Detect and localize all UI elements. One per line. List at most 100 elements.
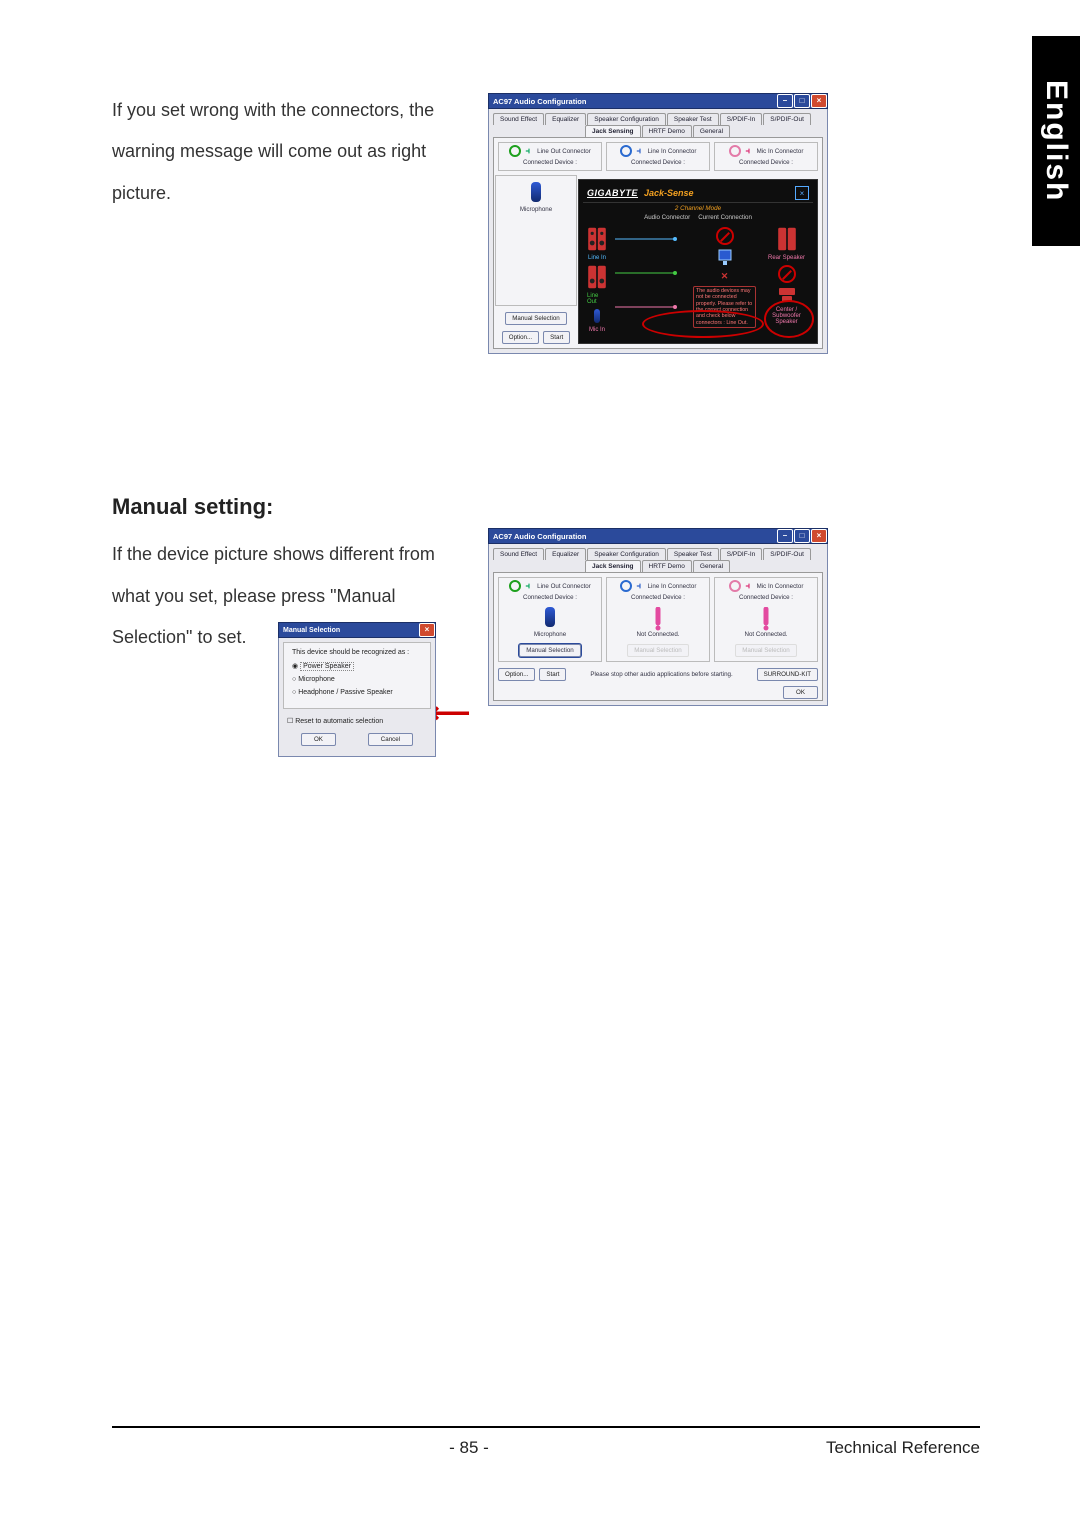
ok-button[interactable]: OK [301, 733, 336, 746]
option-row: Option... Start [502, 331, 570, 344]
window-titlebar: AC97 Audio Configuration – □ × [488, 93, 828, 109]
warning-message: The audio devices may not be connected p… [693, 286, 756, 328]
paragraph-intro: If you set wrong with the connectors, th… [112, 90, 477, 214]
jack-mic-in: Mic In Connector Connected Device : Not … [714, 577, 818, 662]
connected-device-label: Connected Device : [631, 594, 685, 601]
tab-spdif-out[interactable]: S/PDIF-Out [763, 548, 811, 560]
surround-kit-button[interactable]: SURROUND-KIT [757, 668, 818, 681]
jack-line-in: Line In Connector Connected Device : [606, 142, 710, 171]
tab-equalizer[interactable]: Equalizer [545, 113, 586, 125]
plug-icon [525, 582, 533, 590]
tab-general[interactable]: General [693, 560, 730, 572]
mic-icon [594, 309, 600, 323]
jack-sense-panel: GIGABYTE Jack-Sense × 2 Channel Mode Aud… [578, 179, 818, 344]
line-out-tag: Line Out [587, 293, 607, 305]
mic-in-label: Mic In Connector [757, 583, 804, 590]
microphone-icon [545, 607, 555, 627]
monitor-icon [718, 249, 732, 267]
device-label: Microphone [520, 206, 552, 213]
jack-green-icon [509, 145, 521, 157]
prompt-label: This device should be recognized as : [292, 649, 422, 656]
close-button[interactable]: × [811, 529, 827, 543]
radio-headphone[interactable]: ○ Headphone / Passive Speaker [292, 689, 422, 696]
speaker-pair-icon [587, 265, 607, 289]
not-connected-label: Not Connected. [637, 631, 680, 638]
radio-power-speaker[interactable]: ◉ Power Speaker [292, 662, 422, 670]
center-sub-icon [778, 287, 796, 303]
tab-row2: Jack Sensing HRTF Demo General [493, 560, 823, 572]
manual-selection-button[interactable]: Manual Selection [505, 312, 566, 325]
exclamation-icon [758, 607, 774, 631]
tab-general[interactable]: General [693, 125, 730, 137]
screenshot-manual: AC97 Audio Configuration – □ × Sound Eff… [488, 528, 828, 706]
manual-selection-dialog: Manual Selection × This device should be… [278, 622, 436, 757]
dialog-title: Manual Selection [283, 627, 340, 634]
language-tab: English [1032, 36, 1080, 246]
speaker-pair-icon [587, 227, 607, 251]
csub-label: Center / Subwoofer Speaker [764, 307, 809, 325]
opt-power-speaker: Power Speaker [300, 662, 354, 671]
heading-manual-setting: Manual setting: [112, 494, 980, 520]
plug-icon [636, 582, 644, 590]
option-button[interactable]: Option... [498, 668, 535, 681]
connection-lines [615, 227, 685, 317]
tab-sound-effect[interactable]: Sound Effect [493, 113, 544, 125]
tab-row2: Jack Sensing HRTF Demo General [493, 125, 823, 137]
tab-jack-sensing[interactable]: Jack Sensing [585, 560, 641, 572]
reset-checkbox[interactable]: ☐ Reset to automatic selection [287, 717, 427, 725]
start-button[interactable]: Start [543, 331, 570, 344]
dialog-titlebar: Manual Selection × [278, 622, 436, 638]
option-button[interactable]: Option... [502, 331, 539, 344]
page-footer: - 85 - Technical Reference [112, 1426, 980, 1458]
tab-spdif-out[interactable]: S/PDIF-Out [763, 113, 811, 125]
tab-panel: Line Out Connector Connected Device : Li… [493, 137, 823, 349]
close-button[interactable]: × [419, 623, 435, 637]
page-number: - 85 - [449, 1438, 489, 1458]
opt-microphone: Microphone [298, 676, 335, 683]
plug-icon [745, 582, 753, 590]
language-label: English [1039, 80, 1073, 202]
line-in-tag: Line In [588, 255, 606, 261]
start-button[interactable]: Start [539, 668, 566, 681]
tab-hrtf[interactable]: HRTF Demo [642, 560, 692, 572]
close-icon[interactable]: × [795, 186, 809, 200]
cancel-button[interactable]: Cancel [368, 733, 413, 746]
audio-conn-label: Audio Connector [644, 214, 690, 221]
jack-line-out: Line Out Connector Connected Device : Mi… [498, 577, 602, 662]
mode-label: 2 Channel Mode [675, 205, 721, 212]
cur-conn-label: Current Connection [698, 214, 752, 221]
tab-hrtf[interactable]: HRTF Demo [642, 125, 692, 137]
tab-speaker-config[interactable]: Speaker Configuration [587, 548, 666, 560]
lower-row: Microphone Manual Selection Option... St… [498, 175, 818, 344]
tab-spdif-in[interactable]: S/PDIF-In [720, 113, 763, 125]
minimize-button[interactable]: – [777, 94, 793, 108]
maximize-button[interactable]: □ [794, 529, 810, 543]
tab-panel: Line Out Connector Connected Device : Mi… [493, 572, 823, 701]
window-titlebar: AC97 Audio Configuration – □ × [488, 528, 828, 544]
section-label: Technical Reference [826, 1438, 980, 1458]
radio-microphone[interactable]: ○ Microphone [292, 676, 422, 683]
close-button[interactable]: × [811, 94, 827, 108]
tab-speaker-test[interactable]: Speaker Test [667, 113, 719, 125]
tab-speaker-config[interactable]: Speaker Configuration [587, 113, 666, 125]
tab-spdif-in[interactable]: S/PDIF-In [720, 548, 763, 560]
plug-icon [636, 147, 644, 155]
right-col: Rear Speaker Center / Subwoofer Speaker [764, 227, 809, 333]
jack-mic-in: Mic In Connector Connected Device : [714, 142, 818, 171]
reset-label: Reset to automatic selection [295, 718, 383, 725]
jack-line-out: Line Out Connector Connected Device : [498, 142, 602, 171]
device-box: Microphone [495, 175, 577, 306]
ok-row: OK [498, 687, 818, 696]
tab-sound-effect[interactable]: Sound Effect [493, 548, 544, 560]
sense-wrap: GIGABYTE Jack-Sense × 2 Channel Mode Aud… [578, 175, 818, 344]
minimize-button[interactable]: – [777, 529, 793, 543]
manual-selection-button[interactable]: Manual Selection [519, 644, 580, 657]
tab-speaker-test[interactable]: Speaker Test [667, 548, 719, 560]
jack-row: Line Out Connector Connected Device : Mi… [498, 577, 818, 662]
tab-jack-sensing[interactable]: Jack Sensing [585, 125, 641, 137]
maximize-button[interactable]: □ [794, 94, 810, 108]
ok-button[interactable]: OK [783, 686, 818, 699]
rear-label: Rear Speaker [768, 255, 805, 261]
tab-equalizer[interactable]: Equalizer [545, 548, 586, 560]
option-group: This device should be recognized as : ◉ … [283, 642, 431, 709]
